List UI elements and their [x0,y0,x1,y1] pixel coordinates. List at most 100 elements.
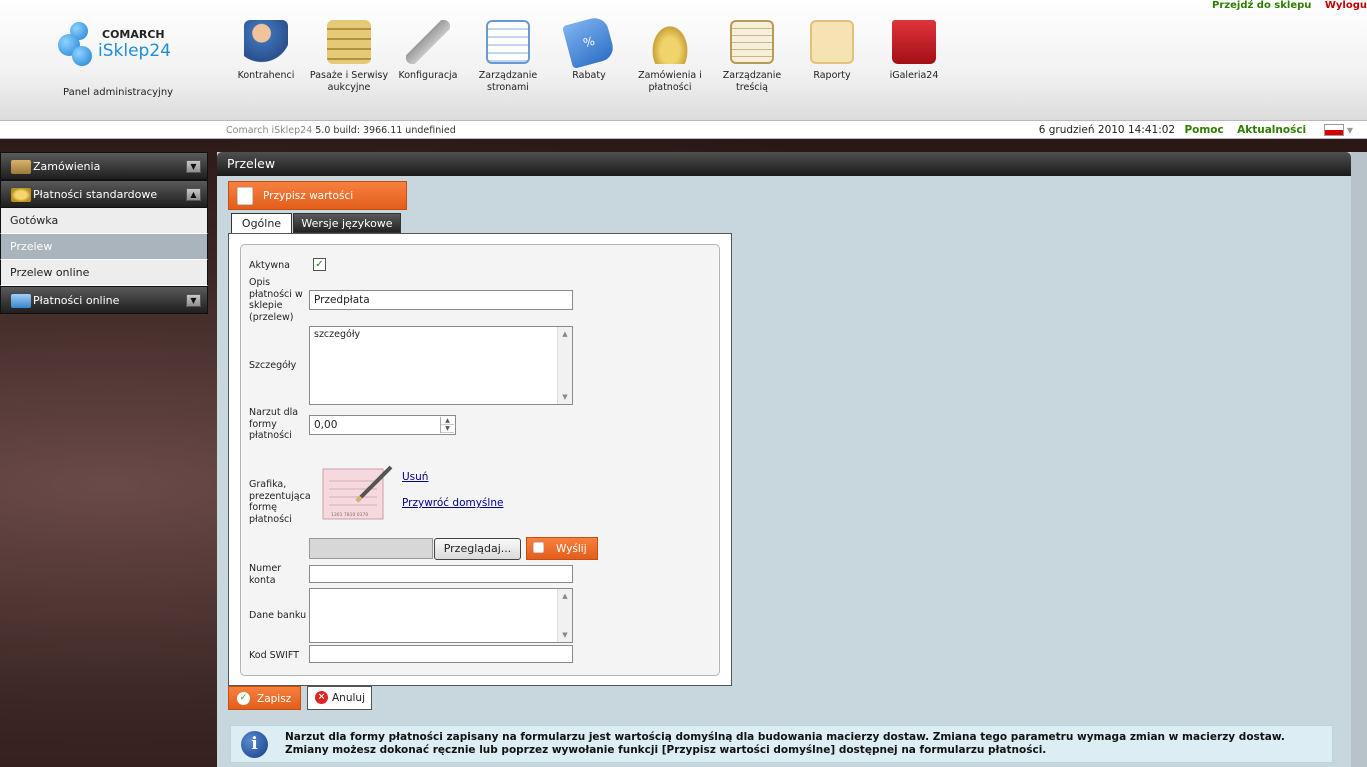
comarch-logo[interactable]: COMARCH iSklep24 [58,22,178,72]
browse-button[interactable]: Przeglądaj... [434,538,521,560]
nav-label: Pasaże i Serwisy aukcyjne [309,70,389,93]
sidebar-section-standard-payments[interactable]: Płatności standardowe ▲ [0,180,208,208]
help-link[interactable]: Pomoc [1184,124,1223,136]
surcharge-value: 0,00 [314,419,338,431]
logout-link[interactable]: Wylogu [1325,0,1367,11]
active-label: Aktywna [249,260,290,271]
coins-icon [11,188,31,202]
coins-icon [648,20,692,64]
bank-label: Dane banku [249,610,307,621]
panel-label: Panel administracyjny [63,87,174,98]
sidebar: Zamówienia ▼ Płatności standardowe ▲ Got… [0,152,208,314]
card-number-text: 1301 7810 0370 [331,512,368,518]
save-label: Zapisz [257,693,292,705]
chevron-down-icon[interactable]: ▼ [186,294,201,307]
nav-contractors[interactable]: Kontrahenci [226,14,306,82]
document-check-icon [237,187,253,205]
stepper-arrows[interactable]: ▲ ▼ [440,417,454,433]
description-label: Opis płatności w sklepie (przelew) [249,277,303,323]
nav-label: Zarządzanie stronami [478,70,538,93]
sidebar-item-online-transfer[interactable]: Przelew online [0,260,208,286]
nav-orders-payments[interactable]: Zamówienia i płatności [630,14,710,94]
news-link[interactable]: Aktualności [1237,124,1306,136]
shopping-bag-icon [892,20,936,64]
payment-form: Aktywna ✓ Opis płatności w sklepie (prze… [240,244,720,676]
package-icon [11,160,31,174]
swift-code-input[interactable] [309,645,573,663]
build-info: Comarch iSklep24 5.0 build: 3966.11 unde… [226,125,456,136]
info-line-1: Narzut dla formy płatności zapisany na f… [285,731,1285,743]
tab-language-versions[interactable]: Wersje językowe [293,213,401,233]
status-bar: Comarch iSklep24 5.0 build: 3966.11 unde… [0,120,1367,139]
logo-circles-icon [58,22,98,68]
details-scrollbar[interactable]: ▲ ▼ [557,327,572,404]
info-line-2: Zmiany możesz dokonać ręcznie lub poprze… [285,744,1047,756]
sidebar-item-transfer[interactable]: Przelew [0,234,208,260]
clipboard-icon [810,20,854,64]
remove-image-link[interactable]: Usuń [402,471,428,483]
right-scroll-strip [1351,152,1367,767]
nav-pages[interactable]: Zarządzanie stronami [468,14,548,94]
contractors-icon [244,20,288,64]
sidebar-item-cash[interactable]: Gotówka [0,208,208,234]
sidebar-section-label: Płatności online [33,293,120,307]
restore-default-image-link[interactable]: Przywróć domyślne [402,497,503,509]
go-to-shop-link[interactable]: Przejdź do sklepu [1212,0,1311,11]
cancel-button[interactable]: × Anuluj [307,686,372,710]
top-links: Przejdź do sklepu Wylogu [1202,0,1367,11]
sidebar-section-label: Płatności standardowe [33,187,158,201]
surcharge-stepper[interactable]: 0,00 ▲ ▼ [309,415,456,435]
sidebar-section-online-payments[interactable]: Płatności online ▼ [0,286,208,314]
tab-general[interactable]: Ogólne [231,213,292,233]
build-product: Comarch iSklep24 [226,125,313,136]
nav-discounts[interactable]: % Rabaty [549,14,629,82]
nav-label: iGaleria24 [889,70,939,81]
check-icon: ✓ [237,692,250,705]
chevron-up-icon[interactable]: ▲ [186,188,201,201]
nav-label: Raporty [813,70,851,81]
upload-button[interactable]: Wyślij [526,537,598,560]
nav-label: Konfiguracja [398,70,458,81]
status-right: 6 grudzień 2010 14:41:02 Pomoc Aktualnoś… [1039,124,1353,136]
logo-brand: COMARCH [102,28,165,41]
datetime: 6 grudzień 2010 14:41:02 [1038,124,1176,136]
account-label: Numer konta [249,563,282,586]
info-text: Narzut dla formy płatności zapisany na f… [285,731,1285,757]
active-checkbox[interactable]: ✓ [313,258,326,271]
details-textarea[interactable]: szczegóły ▲ ▼ [309,326,573,405]
nav-reports[interactable]: Raporty [792,14,872,82]
account-number-input[interactable] [309,565,573,583]
cancel-label: Anuluj [332,692,365,704]
assign-defaults-button[interactable]: Przypisz wartości domyślne [228,181,407,231]
sidebar-section-orders[interactable]: Zamówienia ▼ [0,152,208,180]
auction-folder-icon [327,20,371,64]
content-edit-icon [730,20,774,64]
online-payment-icon [11,294,31,308]
upload-label: Wyślij [556,543,587,555]
upload-icon [533,542,544,553]
transfer-form-image: 1301 7810 0370 [322,465,393,520]
logo-product-name: iSklep24 [98,41,171,61]
page-title: Przelew [217,152,1351,176]
bank-data-textarea[interactable]: ▲ ▼ [309,588,573,643]
save-button[interactable]: ✓ Zapisz [228,686,301,710]
swift-label: Kod SWIFT [249,650,299,661]
bank-scrollbar[interactable]: ▲ ▼ [557,589,572,642]
nav-configuration[interactable]: Konfiguracja [388,14,468,82]
nav-auctions[interactable]: Pasaże i Serwisy aukcyjne [309,14,389,94]
form-frame: Aktywna ✓ Opis płatności w sklepie (prze… [228,233,732,686]
sidebar-section-label: Zamówienia [33,159,101,173]
file-path-field[interactable] [309,538,433,559]
polish-flag-icon[interactable] [1323,124,1344,136]
graphic-label: Grafika, prezentująca formę płatności [249,479,311,525]
description-input[interactable]: Przedpłata [309,290,573,310]
wrench-icon [406,20,450,64]
nav-label: Zamówienia i płatności [638,70,702,93]
nav-content[interactable]: Zarządzanie treścią [712,14,792,94]
nav-igaleria[interactable]: iGaleria24 [874,14,954,82]
chevron-down-icon[interactable]: ▼ [186,160,201,173]
main-panel: Przelew Przypisz wartości domyślne Ogóln… [217,152,1351,767]
language-dropdown-icon[interactable]: ▼ [1347,126,1353,135]
discount-tag-icon: % [562,15,616,69]
info-box: i Narzut dla formy płatności zapisany na… [230,725,1333,763]
